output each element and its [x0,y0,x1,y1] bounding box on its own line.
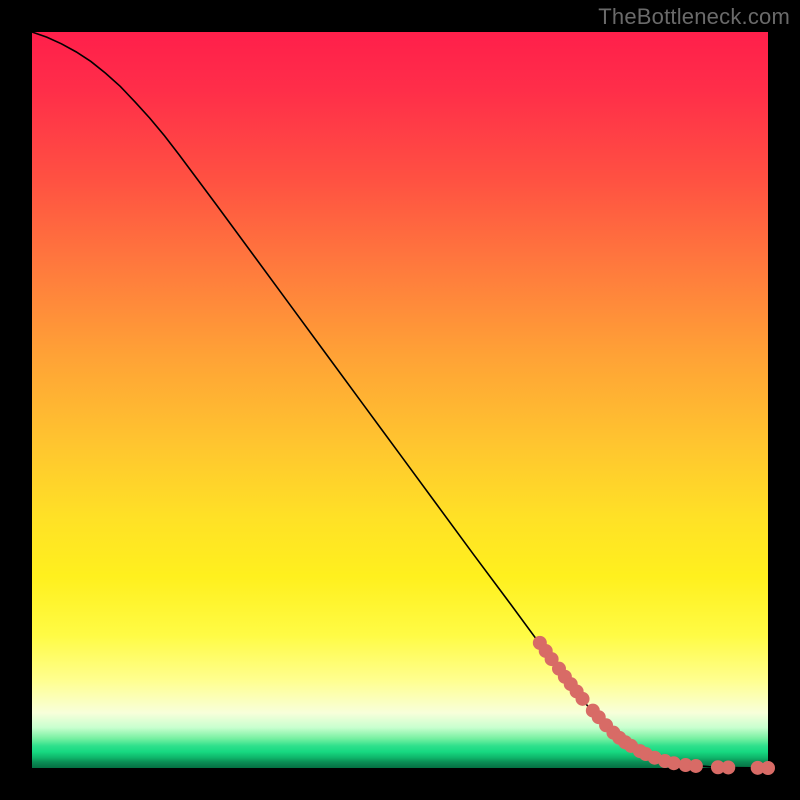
data-point [762,762,775,775]
data-point [667,757,680,770]
chart-stage: TheBottleneck.com [0,0,800,800]
curve-line [32,32,768,768]
data-point [689,759,702,772]
watermark-text: TheBottleneck.com [598,4,790,30]
data-point [722,761,735,774]
chart-overlay [32,32,768,768]
dot-layer [533,636,774,774]
data-point [576,692,589,705]
plot-area [32,32,768,768]
